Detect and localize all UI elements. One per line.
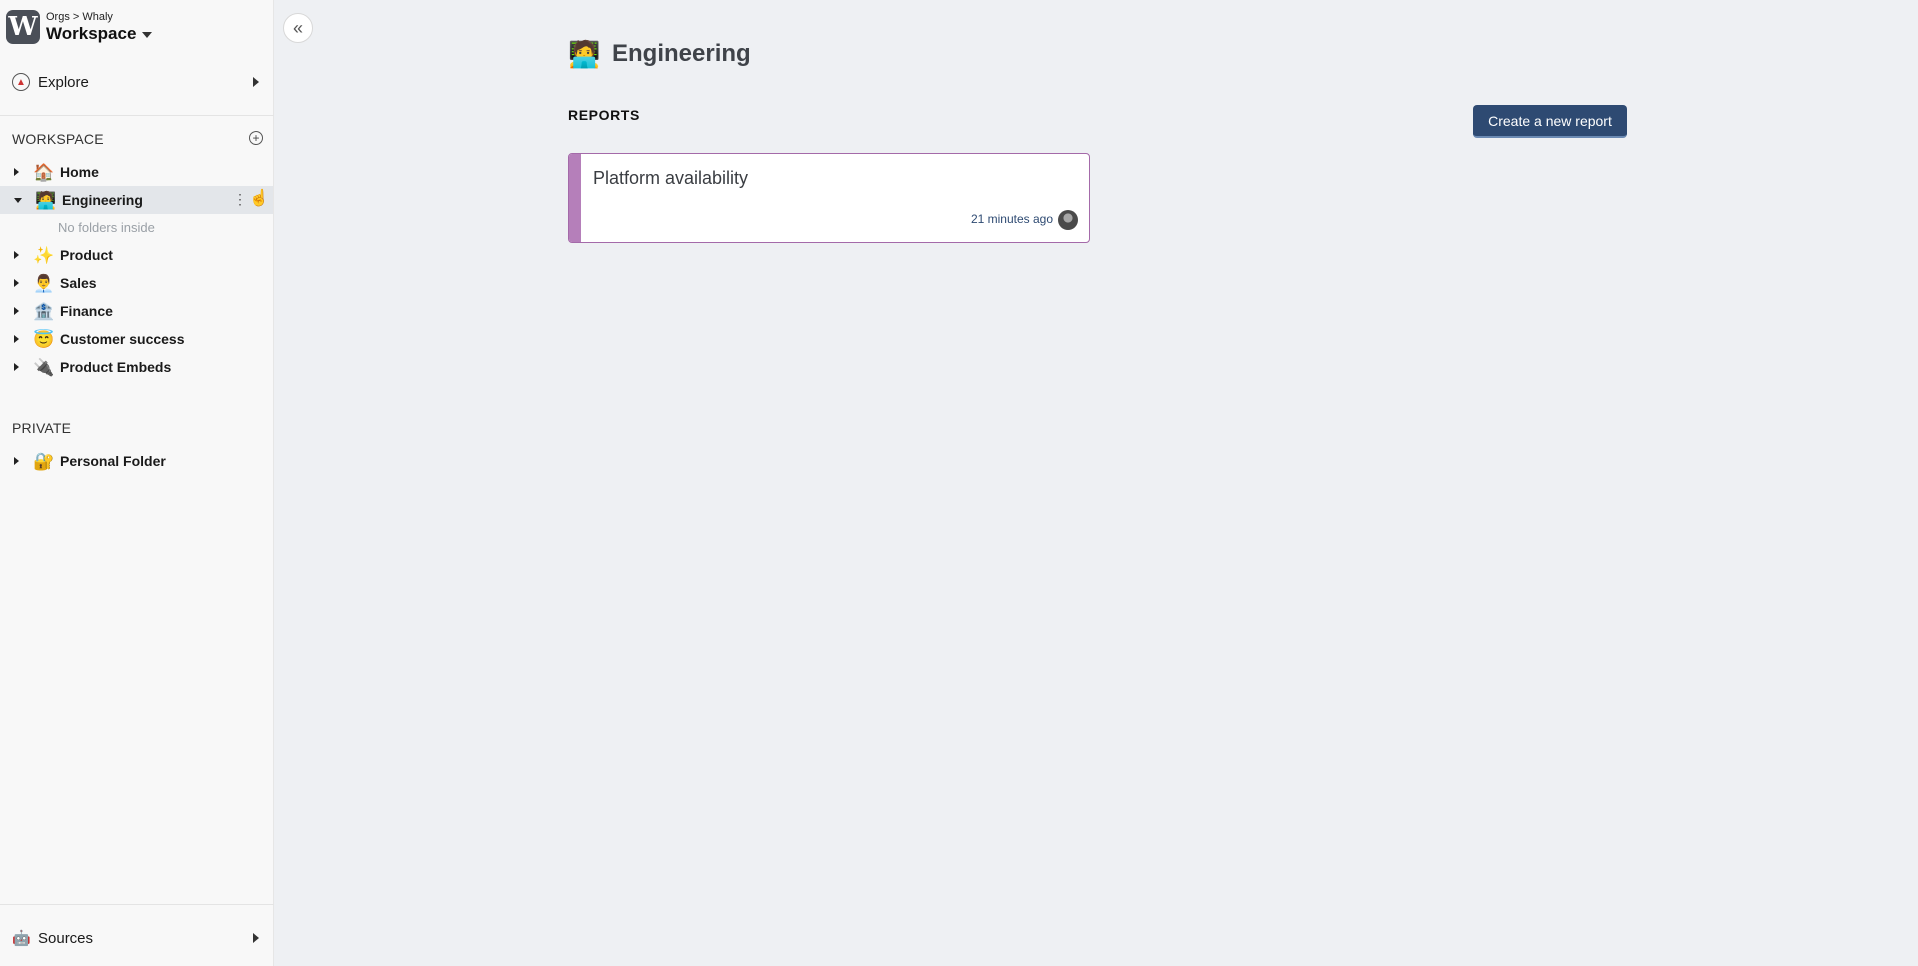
sidebar-item-customer-success[interactable]: 😇 Customer success [0, 325, 273, 353]
halo-face-icon: 😇 [33, 329, 55, 349]
divider [0, 904, 274, 905]
sidebar-item-home[interactable]: 🏠 Home [0, 158, 273, 186]
expand-caret-icon[interactable] [14, 335, 19, 343]
workspace-switcher[interactable]: W Orgs > Whaly Workspace [6, 10, 153, 44]
reports-section-title: REPORTS [568, 107, 640, 123]
sidebar-item-label: Sales [60, 275, 97, 291]
sidebar-item-finance[interactable]: 🏦 Finance [0, 297, 273, 325]
compass-icon: ▲ [12, 73, 30, 91]
chevron-right-icon [253, 77, 259, 87]
avatar [1058, 210, 1078, 230]
card-accent-stripe [569, 154, 581, 242]
robot-icon: 🤖 [12, 929, 31, 947]
workspace-name-label: Workspace [46, 23, 137, 43]
private-section-title: PRIVATE [12, 420, 72, 436]
double-chevron-left-icon: « [292, 17, 303, 38]
office-worker-icon: 👨‍💼 [33, 273, 55, 293]
divider [0, 115, 274, 116]
report-updated-time: 21 minutes ago [970, 212, 1053, 226]
collapse-sidebar-button[interactable]: « [283, 13, 313, 43]
sidebar-item-label: Customer success [60, 331, 185, 347]
sidebar-item-engineering[interactable]: 🧑‍💻 Engineering ⋮ ☝ [0, 186, 273, 214]
sidebar-item-product-embeds[interactable]: 🔌 Product Embeds [0, 353, 273, 381]
expand-caret-icon[interactable] [14, 307, 19, 315]
lock-key-icon: 🔐 [33, 451, 55, 471]
sidebar-item-sales[interactable]: 👨‍💼 Sales [0, 269, 273, 297]
plug-icon: 🔌 [33, 357, 55, 377]
house-icon: 🏠 [33, 162, 55, 182]
sidebar-item-label: Product [60, 247, 113, 263]
expand-caret-icon[interactable] [14, 168, 19, 176]
report-card[interactable]: Platform availability 21 minutes ago [568, 153, 1090, 243]
expand-caret-icon[interactable] [14, 363, 19, 371]
caret-down-icon [142, 31, 153, 38]
sidebar-item-product[interactable]: ✨ Product [0, 241, 273, 269]
explore-label: Explore [38, 73, 89, 91]
sidebar-item-label: Finance [60, 303, 113, 319]
workspace-name[interactable]: Workspace [46, 23, 153, 44]
sources-label: Sources [38, 929, 94, 947]
whaly-logo: W [6, 10, 40, 44]
sidebar-item-label: Home [60, 164, 99, 180]
add-folder-icon[interactable]: + [249, 131, 263, 145]
bank-icon: 🏦 [33, 301, 55, 321]
collapse-caret-icon[interactable] [14, 197, 22, 203]
expand-caret-icon[interactable] [14, 457, 19, 465]
expand-caret-icon[interactable] [14, 279, 19, 287]
sidebar-item-personal-folder[interactable]: 🔐 Personal Folder [0, 447, 273, 475]
org-breadcrumb: Orgs > Whaly [46, 10, 113, 23]
page-title: 🧑‍💻 Engineering [568, 40, 751, 68]
technologist-icon: 🧑‍💻 [35, 190, 57, 210]
sidebar-item-label: Product Embeds [60, 359, 172, 375]
hand-cursor-icon: ☝ [249, 190, 269, 207]
chevron-right-icon [253, 933, 259, 943]
report-title[interactable]: Platform availability [593, 168, 748, 189]
sources-nav-item[interactable]: 🤖 Sources [0, 924, 273, 952]
sidebar: W Orgs > Whaly Workspace ▲ Explore WORKS… [0, 0, 274, 966]
explore-nav-item[interactable]: ▲ Explore [0, 68, 273, 96]
empty-folder-note: No folders inside [58, 220, 155, 235]
expand-caret-icon[interactable] [14, 251, 19, 259]
sidebar-item-label: Personal Folder [60, 453, 166, 469]
workspace-section-title: WORKSPACE [12, 131, 104, 147]
more-options-icon[interactable]: ⋮ [233, 192, 247, 206]
create-report-button[interactable]: Create a new report [1473, 105, 1627, 138]
sparkles-icon: ✨ [33, 245, 55, 265]
page-title-text: Engineering [612, 40, 751, 67]
sidebar-item-label: Engineering [62, 192, 143, 208]
technologist-icon: 🧑‍💻 [568, 39, 601, 69]
